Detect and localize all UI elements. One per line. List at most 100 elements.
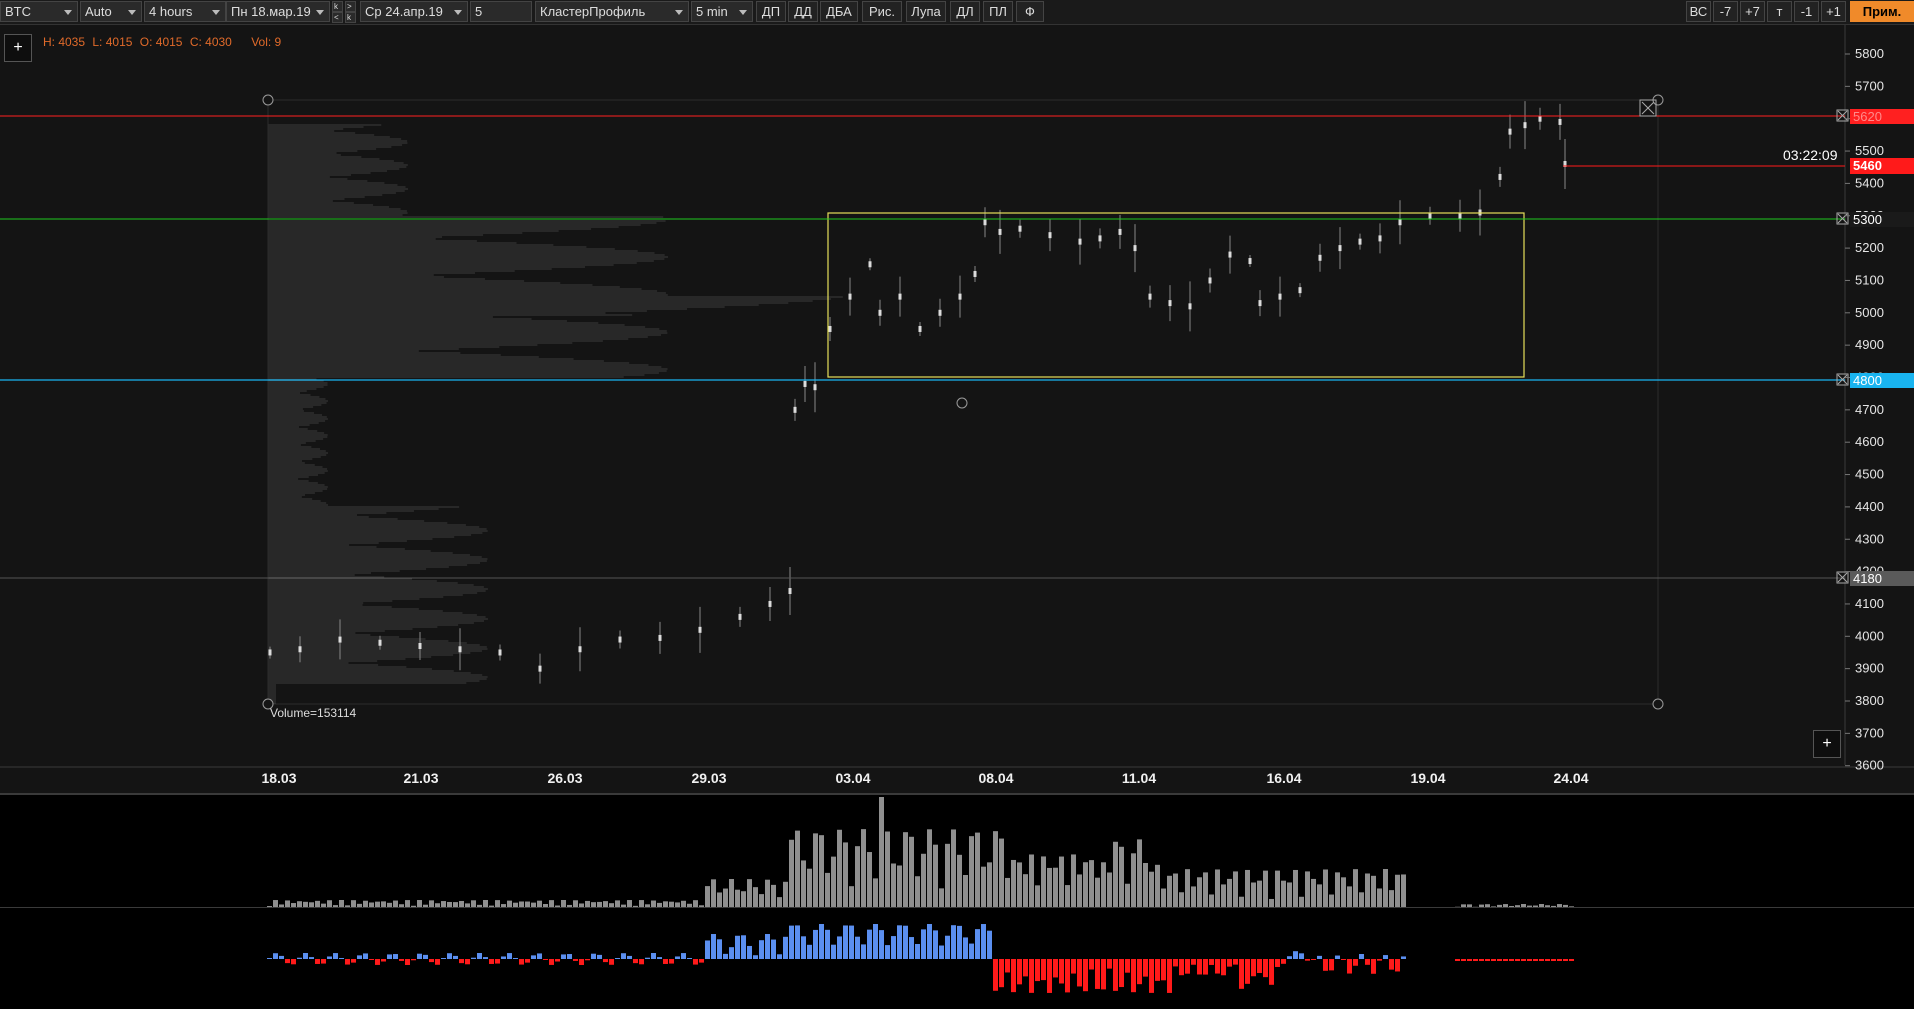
f-button[interactable]: Ф bbox=[1016, 1, 1044, 22]
volume-bar bbox=[1059, 856, 1064, 909]
date-to-picker[interactable]: Ср 24.апр.19 bbox=[360, 1, 468, 22]
delta-bar bbox=[939, 945, 944, 959]
dl-label: ДЛ bbox=[956, 4, 974, 19]
volume-bar bbox=[897, 865, 902, 909]
candle-body bbox=[1378, 235, 1382, 242]
volume-bar bbox=[1035, 885, 1040, 909]
delta-bar bbox=[1533, 959, 1538, 961]
volume-bar bbox=[1083, 862, 1088, 909]
volume-bar bbox=[831, 856, 836, 909]
profile-volume-label: Volume=153114 bbox=[270, 706, 357, 720]
delta-bar bbox=[1209, 959, 1214, 965]
delta-bar bbox=[1263, 959, 1268, 978]
plus-7-button[interactable]: +7 bbox=[1740, 1, 1765, 22]
delta-bar bbox=[333, 953, 338, 959]
count-input[interactable]: 5 bbox=[470, 1, 532, 22]
magnifier-button[interactable]: Лупа bbox=[906, 1, 946, 22]
delta-bar bbox=[1047, 959, 1052, 993]
delta-bar bbox=[1497, 959, 1502, 961]
profile-type-select[interactable]: КластерПрофиль bbox=[535, 1, 689, 22]
box-handle[interactable] bbox=[956, 397, 968, 409]
delta-bar bbox=[1017, 959, 1022, 985]
delta-bar bbox=[1503, 959, 1508, 961]
price-chart[interactable]: + H: 4035 L: 4015 O: 4015 C: 4030 Vol: 9 bbox=[0, 25, 1914, 793]
delta-bar bbox=[351, 959, 356, 963]
draw-button[interactable]: Рис. bbox=[862, 1, 902, 22]
delta-bar bbox=[609, 959, 614, 965]
dp-button[interactable]: ДП bbox=[756, 1, 786, 22]
vs-button[interactable]: ВС bbox=[1686, 1, 1711, 22]
volume-bar bbox=[1245, 869, 1250, 909]
apply-button[interactable]: Прим. bbox=[1850, 1, 1914, 22]
delta-bar bbox=[477, 953, 482, 959]
add-pane-button[interactable]: + bbox=[1813, 730, 1841, 758]
candle-body bbox=[1248, 258, 1252, 265]
minus-7-button[interactable]: -7 bbox=[1713, 1, 1738, 22]
candle-body bbox=[1118, 228, 1122, 235]
scale-mode-select[interactable]: Auto bbox=[80, 1, 142, 22]
candle-body bbox=[1318, 254, 1322, 261]
volume-bar bbox=[1365, 873, 1370, 909]
volume-bar bbox=[1089, 860, 1094, 909]
volume-bar bbox=[1377, 888, 1382, 909]
delta-bar bbox=[975, 929, 980, 959]
symbol-value: BTC bbox=[5, 4, 31, 19]
candle-body bbox=[658, 634, 662, 641]
pl-button[interactable]: ПЛ bbox=[983, 1, 1013, 22]
volume-bar bbox=[927, 829, 932, 909]
date-from-picker[interactable]: Пн 18.мар.19 bbox=[226, 1, 330, 22]
delta-bar bbox=[1293, 951, 1298, 959]
delta-bar bbox=[1041, 959, 1046, 981]
volume-bar bbox=[1323, 869, 1328, 909]
candle-body bbox=[1078, 238, 1082, 245]
plus-1-button[interactable]: +1 bbox=[1821, 1, 1846, 22]
delta-bar bbox=[1221, 959, 1226, 976]
profile-handle-bottom-right[interactable] bbox=[1652, 698, 1664, 710]
nav-last-button[interactable]: k bbox=[345, 12, 356, 23]
volume-pane[interactable] bbox=[0, 793, 1914, 909]
symbol-select[interactable]: BTC bbox=[0, 1, 78, 22]
dba-button[interactable]: ДБА bbox=[820, 1, 858, 22]
volume-bar bbox=[1251, 882, 1256, 909]
delta-bar bbox=[1389, 959, 1394, 970]
delta-bar bbox=[663, 959, 668, 964]
candle-body bbox=[1133, 245, 1137, 252]
volume-bar bbox=[1275, 870, 1280, 909]
nav-prev-button[interactable]: < bbox=[332, 12, 343, 23]
delta-bar bbox=[753, 955, 758, 959]
dd-button[interactable]: ДД bbox=[788, 1, 818, 22]
price-tick-label: 4900 bbox=[1855, 337, 1884, 352]
delta-bar bbox=[495, 959, 500, 964]
volume-bar bbox=[843, 842, 848, 909]
delta-bar bbox=[1557, 959, 1562, 961]
drawn-rectangle[interactable] bbox=[827, 212, 1525, 378]
delta-bar bbox=[1203, 959, 1208, 975]
t-label: т bbox=[1776, 4, 1783, 19]
profile-handle-top-left[interactable] bbox=[262, 94, 274, 106]
nav-next-button[interactable]: > bbox=[345, 1, 356, 12]
delta-bar bbox=[951, 925, 956, 959]
volume-bar bbox=[1185, 869, 1190, 909]
dl-button[interactable]: ДЛ bbox=[950, 1, 980, 22]
delta-bar bbox=[279, 955, 284, 959]
t-button[interactable]: т bbox=[1767, 1, 1792, 22]
delta-pane[interactable] bbox=[0, 907, 1914, 1004]
delta-bar bbox=[711, 934, 716, 959]
nav-first-button[interactable]: k bbox=[332, 1, 343, 12]
price-tick-label: 5800 bbox=[1855, 46, 1884, 61]
delta-bar bbox=[381, 959, 386, 962]
delta-bar bbox=[315, 959, 320, 964]
date-to-value: Ср 24.апр.19 bbox=[365, 4, 443, 19]
delta-bar bbox=[1299, 953, 1304, 959]
minus-1-button[interactable]: -1 bbox=[1794, 1, 1819, 22]
delta-bar bbox=[525, 959, 530, 963]
delta-bar bbox=[411, 959, 416, 961]
delta-bar bbox=[1347, 959, 1352, 974]
delta-bar bbox=[1527, 959, 1532, 961]
delta-bar bbox=[417, 953, 422, 959]
volume-bar bbox=[1005, 877, 1010, 909]
delta-bar bbox=[1281, 959, 1286, 964]
profile-tf-select[interactable]: 5 min bbox=[691, 1, 753, 22]
period-select[interactable]: 4 hours bbox=[144, 1, 226, 22]
delta-bar bbox=[765, 934, 770, 959]
